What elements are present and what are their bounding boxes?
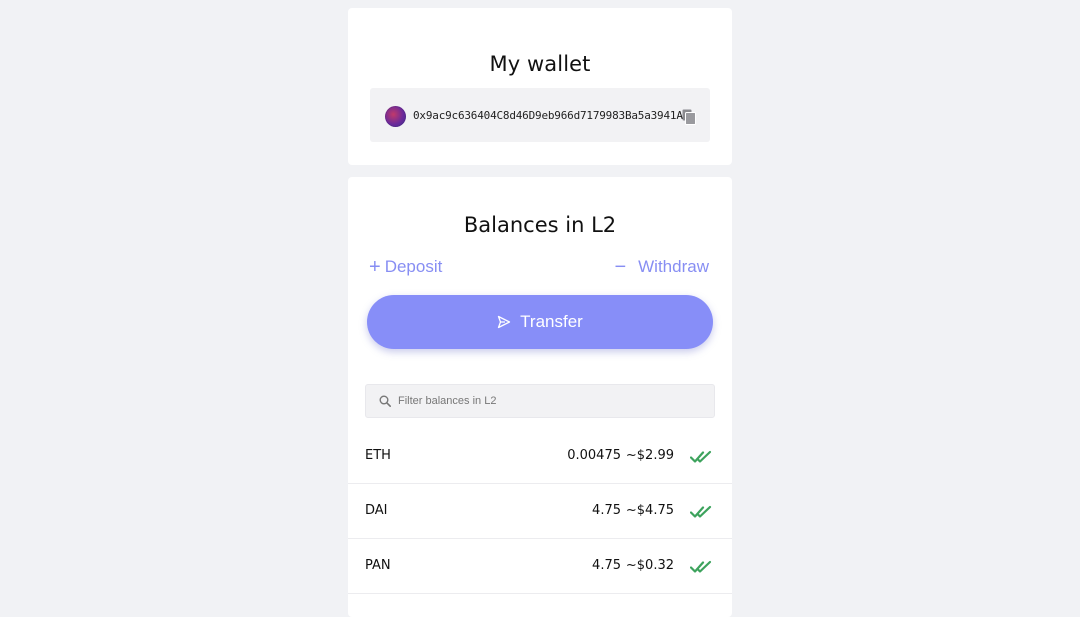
balances-title: Balances in L2 xyxy=(463,213,617,237)
wallet-title: My wallet xyxy=(489,52,591,76)
double-check-icon xyxy=(690,560,712,573)
search-icon xyxy=(379,395,391,407)
double-check-icon xyxy=(690,505,712,518)
token-symbol: DAI xyxy=(365,503,388,518)
token-usd-value: ~$0.32 xyxy=(625,558,674,573)
wallet-address: 0x9ac9c636404C8d46D9eb966d7179983Ba5a394… xyxy=(413,109,683,122)
transfer-button[interactable]: Transfer xyxy=(367,295,713,349)
plus-icon: + xyxy=(369,255,381,278)
address-box: 0x9ac9c636404C8d46D9eb966d7179983Ba5a394… xyxy=(370,88,710,142)
token-amount: 4.75 xyxy=(592,558,621,573)
transfer-label: Transfer xyxy=(520,312,583,331)
double-check-icon xyxy=(690,450,712,463)
withdraw-label: Withdraw xyxy=(638,257,709,276)
copy-icon[interactable] xyxy=(682,109,696,125)
token-row-eth[interactable]: ETH 0.00475 ~$2.99 xyxy=(348,430,732,484)
balances-card: Balances in L2 + Deposit − Withdraw Tran… xyxy=(348,177,732,617)
deposit-label: Deposit xyxy=(384,257,443,276)
token-usd-value: ~$4.75 xyxy=(625,503,674,518)
minus-icon: − xyxy=(614,255,627,278)
avatar xyxy=(385,106,406,127)
filter-input[interactable] xyxy=(398,385,698,417)
token-symbol: PAN xyxy=(365,558,391,573)
token-symbol: ETH xyxy=(365,448,391,463)
withdraw-button[interactable]: − Withdraw xyxy=(614,257,709,277)
token-amount: 4.75 xyxy=(592,503,621,518)
send-icon xyxy=(498,315,511,329)
token-row-dai[interactable]: DAI 4.75 ~$4.75 xyxy=(348,485,732,539)
token-usd-value: ~$2.99 xyxy=(625,448,674,463)
deposit-button[interactable]: + Deposit xyxy=(369,257,442,277)
token-row-pan[interactable]: PAN 4.75 ~$0.32 xyxy=(348,540,732,594)
token-amount: 0.00475 xyxy=(567,448,621,463)
filter-box xyxy=(365,384,715,418)
wallet-card: My wallet 0x9ac9c636404C8d46D9eb966d7179… xyxy=(348,8,732,165)
